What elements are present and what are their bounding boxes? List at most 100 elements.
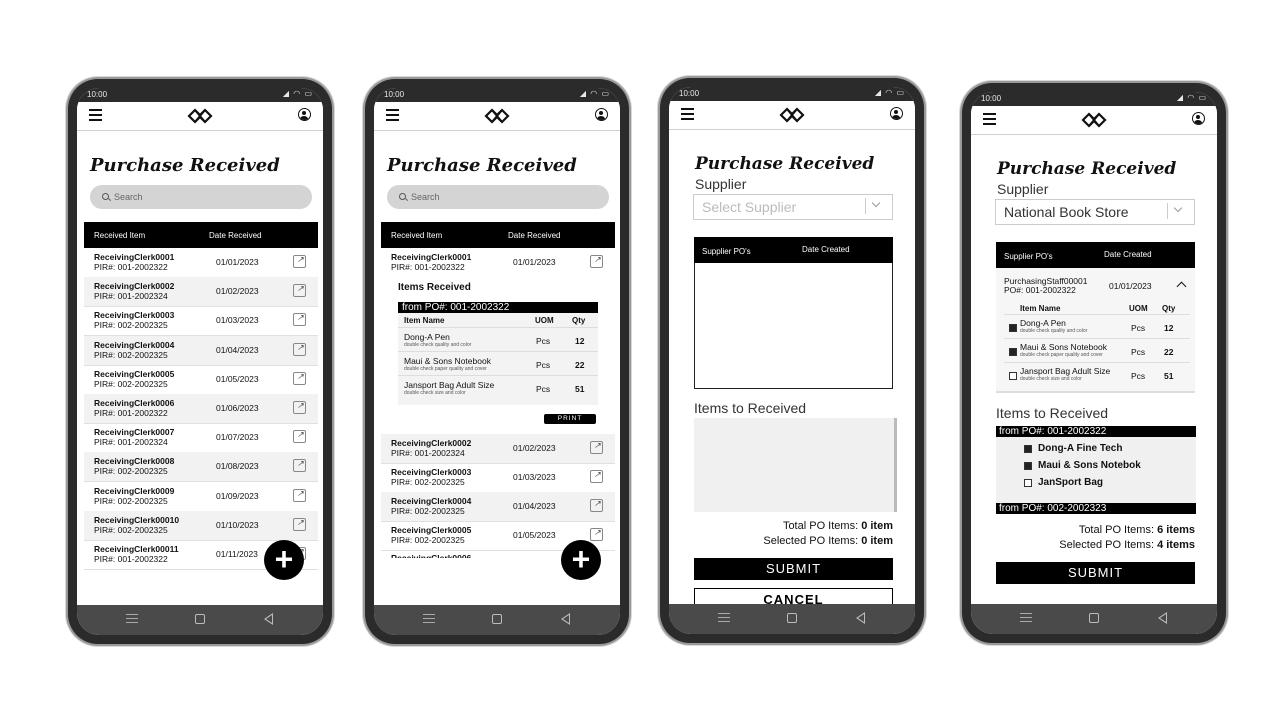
po-table-header: Supplier PO's Date Created — [996, 242, 1195, 268]
table-row[interactable]: ReceivingClerk0003 PIR#: 002-2002325 01/03… — [84, 306, 318, 337]
recent-apps-icon[interactable] — [718, 613, 731, 623]
col-item-name: Item Name — [1020, 304, 1061, 313]
col-qty: Qty — [1162, 304, 1176, 313]
search-placeholder: Search — [411, 192, 440, 202]
recent-apps-icon[interactable] — [126, 614, 139, 624]
add-button[interactable]: + — [264, 540, 304, 580]
expand-icon[interactable] — [293, 488, 306, 502]
print-button[interactable]: PRINT — [544, 414, 596, 424]
supplier-dropdown[interactable]: National Book Store — [995, 199, 1195, 225]
row-date: 01/07/2023 — [216, 432, 259, 443]
expand-icon[interactable] — [590, 499, 603, 512]
table-row[interactable]: ReceivingClerk0002 PIR#: 001-2002324 01/02… — [84, 277, 318, 308]
row-name: ReceivingClerk0001 — [391, 252, 472, 262]
recent-apps-icon[interactable] — [423, 614, 436, 624]
add-button[interactable]: + — [561, 540, 601, 580]
checkbox-checked-icon[interactable] — [1024, 462, 1032, 470]
table-row[interactable]: ReceivingClerk0008 PIR#: 002-2002325 01/08… — [84, 452, 318, 483]
item-qty: 22 — [575, 360, 585, 370]
home-icon[interactable] — [787, 613, 797, 623]
expand-icon[interactable] — [590, 528, 603, 541]
supplier-dropdown[interactable]: Select Supplier — [693, 194, 893, 220]
menu-icon[interactable] — [386, 109, 399, 121]
profile-icon[interactable] — [1192, 112, 1205, 125]
received-item[interactable]: Dong-A Fine Tech — [1024, 443, 1184, 457]
back-icon[interactable] — [855, 612, 865, 624]
table-row[interactable]: ReceivingClerk0004 PIR#: 002-2002325 01/04… — [381, 492, 615, 522]
collapse-icon[interactable] — [590, 255, 603, 268]
checkbox-checked-icon[interactable] — [1009, 348, 1017, 356]
back-icon[interactable] — [263, 613, 273, 625]
expand-icon[interactable] — [293, 313, 306, 327]
row-pir: PIR#: 002-2002325 — [94, 378, 168, 389]
menu-icon[interactable] — [89, 109, 102, 121]
checkbox-checked-icon[interactable] — [1024, 445, 1032, 453]
expand-icon[interactable] — [293, 342, 306, 356]
selected-value: 0 item — [861, 535, 893, 547]
checkbox-unchecked-icon[interactable] — [1009, 372, 1017, 380]
checkbox-unchecked-icon[interactable] — [1024, 479, 1032, 487]
menu-icon[interactable] — [983, 113, 996, 125]
po-item-line[interactable]: Maui & Sons Notebook double check paper q… — [1004, 338, 1190, 363]
expand-icon[interactable] — [293, 255, 306, 268]
search-input[interactable]: Search — [387, 185, 609, 209]
expand-icon[interactable] — [293, 284, 306, 298]
submit-button[interactable]: SUBMIT — [996, 562, 1195, 584]
expand-icon[interactable] — [293, 517, 306, 531]
table-row[interactable]: ReceivingClerk00010 PIR#: 002-2002325 01/1… — [84, 510, 318, 541]
checkbox-checked-icon[interactable] — [1009, 324, 1017, 332]
expand-icon[interactable] — [293, 430, 306, 444]
row-name: ReceivingClerk00010 — [94, 514, 180, 525]
screen-form-empty: 10:00 ◢ ◠ ▭ Purchase Received Supplier Se… — [669, 87, 915, 634]
back-icon[interactable] — [560, 613, 570, 625]
menu-icon[interactable] — [681, 108, 694, 120]
profile-icon[interactable] — [298, 108, 311, 121]
expand-icon[interactable] — [293, 459, 306, 473]
recent-apps-icon[interactable] — [1020, 613, 1033, 623]
expand-icon[interactable] — [590, 441, 603, 454]
table-row[interactable]: ReceivingClerk0009 PIR#: 002-2002325 01/09… — [84, 482, 318, 512]
received-item[interactable]: JanSport Bag — [1024, 477, 1184, 491]
row-name: ReceivingClerk0008 — [94, 456, 175, 467]
row-name: ReceivingClerk0006 — [94, 398, 175, 408]
col-supplier-po: Supplier PO's — [702, 247, 751, 256]
items-received-panel: Items Received from PO#: 001-2002322 Ite… — [381, 276, 615, 434]
item-note: double check paper quality and cover — [404, 366, 487, 372]
home-icon[interactable] — [195, 614, 205, 624]
submit-button[interactable]: SUBMIT — [694, 558, 893, 580]
received-item[interactable]: Maui & Sons Notebok — [1024, 460, 1184, 474]
table-row[interactable]: ReceivingClerk0007 PIR#: 001-2002324 01/07… — [84, 423, 318, 454]
home-icon[interactable] — [492, 614, 502, 624]
table-row[interactable]: ReceivingClerk0004 PIR#: 002-2002325 01/04… — [84, 335, 318, 366]
back-icon[interactable] — [1157, 612, 1167, 624]
expand-icon[interactable] — [590, 470, 603, 483]
row-date: 01/09/2023 — [216, 490, 259, 501]
screen-form-filled: 10:00 ◢ ◠ ▭ Purchase Received Supplier Na… — [971, 92, 1217, 634]
expand-icon[interactable] — [293, 371, 306, 385]
po-item-line[interactable]: Jansport Bag Adult Size double check size… — [1004, 362, 1190, 387]
chevron-up-icon[interactable] — [1176, 281, 1187, 292]
items-received-title: Items Received — [398, 282, 471, 293]
po-row[interactable]: PurchasingStaff00001 PO#: 001-2002322 01… — [996, 268, 1195, 393]
nav-bar — [374, 605, 620, 635]
search-input[interactable]: Search — [90, 185, 312, 209]
table-row[interactable]: ReceivingClerk0006 PIR#: 001-2002322 01/06… — [84, 394, 318, 424]
table-header: Received Item Date Received — [381, 222, 615, 248]
item-uom: Pcs — [1131, 323, 1146, 333]
table-row-expanded[interactable]: ReceivingClerk0001 PIR#: 001-2002322 01/… — [381, 248, 615, 276]
profile-icon[interactable] — [595, 108, 608, 121]
table-row[interactable]: ReceivingClerk0001 PIR#: 001-2002322 01/01… — [84, 248, 318, 278]
table-row[interactable]: ReceivingClerk0002 PIR#: 001-2002324 01/02… — [381, 434, 615, 464]
status-bar: 10:00 ◢ ◠ ▭ — [971, 92, 1217, 106]
home-icon[interactable] — [1089, 613, 1099, 623]
item-uom: Pcs — [1131, 371, 1146, 381]
item-qty: 22 — [1164, 347, 1174, 357]
table-row[interactable]: ReceivingClerk0003 PIR#: 002-2002325 01/03… — [381, 463, 615, 493]
app-bar — [971, 106, 1217, 135]
profile-icon[interactable] — [890, 107, 903, 120]
table-row[interactable]: ReceivingClerk0005 PIR#: 002-2002325 01/05… — [84, 365, 318, 395]
row-date: 01/11/2023 — [216, 549, 258, 559]
expand-icon[interactable] — [293, 401, 306, 414]
status-time: 10:00 — [87, 90, 108, 99]
po-item-line[interactable]: Dong-A Pen double check quality and color… — [1004, 314, 1190, 339]
